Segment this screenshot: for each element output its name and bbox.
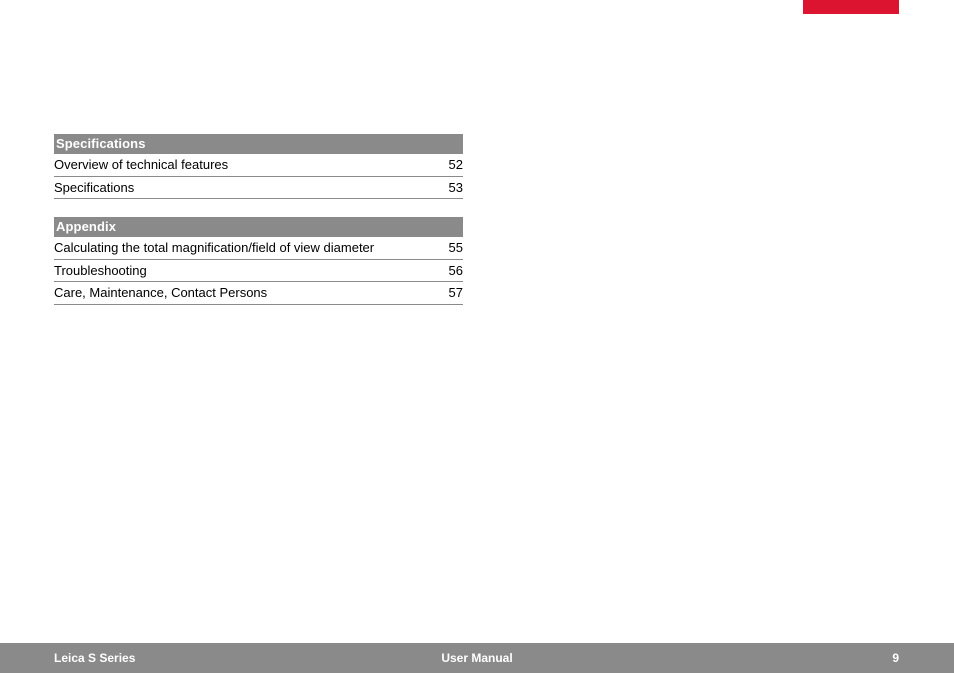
toc-label: Troubleshooting <box>54 262 431 280</box>
footer-page-number: 9 <box>892 651 899 665</box>
section-header-appendix: Appendix <box>54 217 463 237</box>
toc-label: Care, Maintenance, Contact Persons <box>54 284 431 302</box>
toc-page-number: 52 <box>431 156 463 174</box>
footer-product-name: Leica S Series <box>54 651 135 665</box>
section-gap <box>54 199 463 217</box>
toc-content: Specifications Overview of technical fea… <box>54 134 463 305</box>
toc-page-number: 56 <box>431 262 463 280</box>
toc-page-number: 57 <box>431 284 463 302</box>
toc-row: Troubleshooting 56 <box>54 260 463 283</box>
footer-document-title: User Manual <box>0 651 954 665</box>
toc-row: Overview of technical features 52 <box>54 154 463 177</box>
toc-label: Specifications <box>54 179 431 197</box>
page-footer: Leica S Series User Manual 9 <box>0 643 954 673</box>
toc-label: Overview of technical features <box>54 156 431 174</box>
toc-page-number: 55 <box>431 239 463 257</box>
section-header-specifications: Specifications <box>54 134 463 154</box>
toc-page-number: 53 <box>431 179 463 197</box>
toc-row: Specifications 53 <box>54 177 463 200</box>
edge-tab-marker <box>803 0 899 14</box>
toc-row: Care, Maintenance, Contact Persons 57 <box>54 282 463 305</box>
toc-row: Calculating the total magnification/fiel… <box>54 237 463 260</box>
toc-label: Calculating the total magnification/fiel… <box>54 239 431 257</box>
